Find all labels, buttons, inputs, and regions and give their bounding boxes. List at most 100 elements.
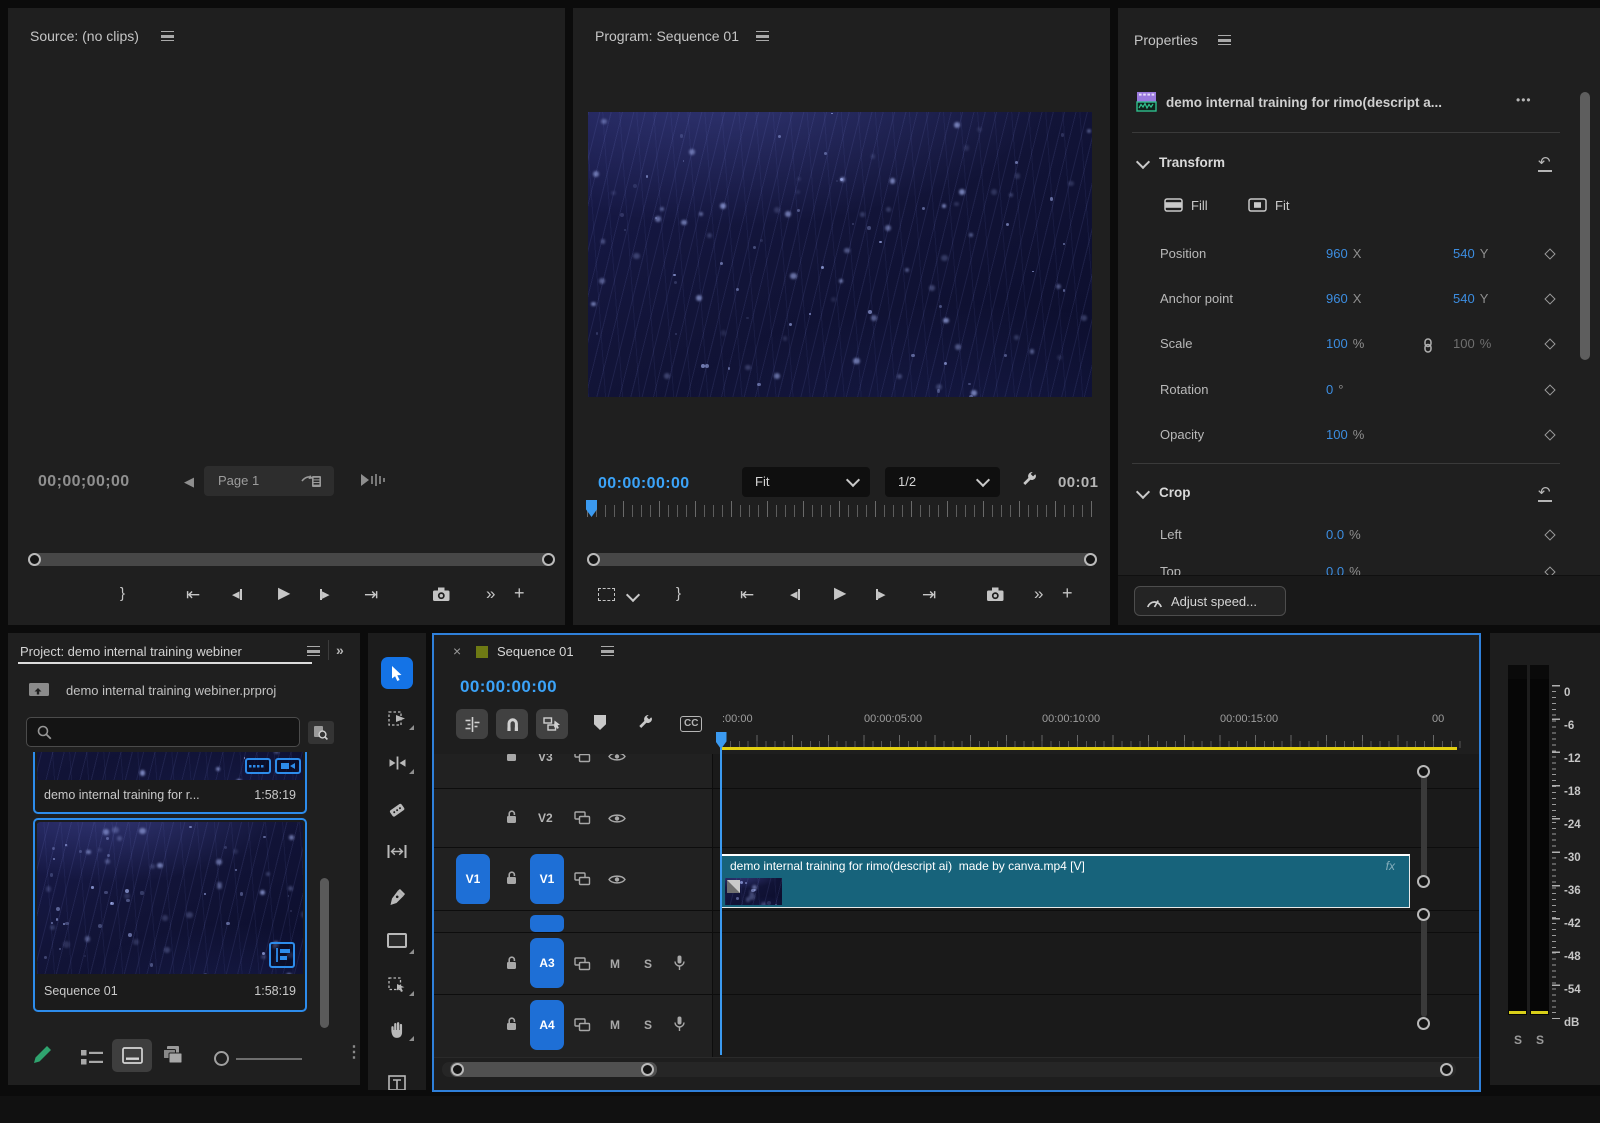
close-sequence-tab-icon[interactable]: × — [453, 643, 461, 660]
export-frame-icon[interactable] — [432, 587, 451, 602]
solo-button[interactable]: S — [644, 957, 652, 971]
source-timecode[interactable]: 00;00;00;00 — [38, 472, 130, 491]
mute-button[interactable]: M — [610, 957, 620, 971]
hand-tool[interactable] — [368, 1021, 426, 1039]
keyframe-diamond-icon[interactable] — [1544, 566, 1555, 575]
object-selection-tool[interactable] — [368, 977, 426, 993]
go-to-in-button[interactable]: ⇤ — [186, 586, 200, 603]
track-patch-icon[interactable] — [574, 1018, 591, 1032]
position-x-value[interactable]: 960X — [1326, 246, 1361, 261]
step-back-button[interactable]: ◂ — [790, 587, 800, 602]
timeline-timecode[interactable]: 00:00:00:00 — [460, 677, 557, 697]
find-in-bin-button[interactable] — [308, 721, 334, 744]
more-transport-button[interactable]: » — [486, 585, 495, 602]
go-to-out-button[interactable]: ⇥ — [364, 586, 378, 603]
track-target-v1-badge[interactable]: V1 — [530, 854, 564, 904]
mute-button[interactable]: M — [610, 1018, 620, 1032]
crop-reset-icon[interactable]: ↶ — [1538, 485, 1552, 502]
vscroll-handle-bottom[interactable] — [1440, 1063, 1453, 1076]
play-button[interactable]: ▶ — [278, 586, 290, 602]
playback-resolution-dropdown[interactable]: 1/2 — [885, 467, 1000, 497]
writable-pencil-icon[interactable] — [30, 1043, 54, 1067]
mic-icon[interactable] — [674, 1016, 685, 1032]
source-zoom-handle-right[interactable] — [542, 553, 555, 566]
track-target-a4-badge[interactable]: A4 — [530, 1000, 564, 1050]
program-timecode[interactable]: 00:00:00:00 — [598, 474, 690, 493]
add-button-icon[interactable]: + — [1062, 584, 1073, 602]
panel-overflow-button[interactable]: » — [336, 642, 344, 659]
step-forward-button[interactable]: ▸ — [876, 587, 886, 602]
keyframe-diamond-icon[interactable] — [1544, 248, 1555, 259]
timeline-settings-wrench-icon[interactable] — [636, 714, 654, 732]
meter-solo-right-button[interactable]: S — [1536, 1033, 1544, 1047]
nest-insert-toggle-button[interactable] — [456, 709, 488, 739]
meter-solo-left-button[interactable]: S — [1514, 1033, 1522, 1047]
track-patch-icon[interactable] — [574, 957, 591, 971]
source-zoom-scrollbar[interactable] — [28, 553, 555, 566]
mic-icon[interactable] — [674, 955, 685, 971]
track-patch-icon[interactable] — [574, 872, 591, 886]
program-video-preview[interactable] — [588, 112, 1092, 397]
selection-tool-active[interactable] — [381, 657, 413, 689]
keyframe-diamond-icon[interactable] — [1544, 429, 1555, 440]
lock-icon[interactable] — [504, 870, 519, 886]
bin-scrollbar[interactable] — [320, 878, 329, 1028]
lock-icon[interactable] — [504, 754, 519, 763]
comparison-view-icon[interactable] — [598, 588, 615, 601]
linked-selection-button[interactable] — [536, 709, 568, 739]
audio-zoom-handle-top[interactable] — [1417, 908, 1430, 921]
transform-section-heading[interactable]: Transform — [1159, 155, 1225, 171]
video-track-zoom-bar[interactable] — [1421, 772, 1427, 882]
transform-reset-icon[interactable]: ↶ — [1538, 155, 1552, 172]
fit-dropdown[interactable]: Fit — [742, 467, 870, 497]
video-zoom-handle-top[interactable] — [1417, 765, 1430, 778]
properties-panel-menu-icon[interactable] — [1218, 35, 1231, 45]
fill-icon[interactable] — [1164, 198, 1183, 212]
add-button-icon[interactable]: + — [514, 584, 525, 602]
thumbnail-zoom-slider[interactable] — [236, 1058, 302, 1060]
rotation-value[interactable]: 0° — [1326, 382, 1343, 397]
step-forward-button[interactable]: ▸ — [320, 587, 330, 602]
play-button[interactable]: ▶ — [834, 586, 846, 602]
project-file-name[interactable]: demo internal training webiner.prproj — [66, 683, 276, 699]
eye-icon[interactable] — [608, 754, 626, 762]
timeline-panel-menu-icon[interactable] — [601, 646, 614, 656]
transform-section-chevron-icon[interactable] — [1136, 155, 1150, 169]
program-zoom-handle-right[interactable] — [1084, 553, 1097, 566]
track-patch-icon[interactable] — [574, 811, 591, 825]
keyframe-diamond-icon[interactable] — [1544, 338, 1555, 349]
go-to-out-button[interactable]: ⇥ — [922, 586, 936, 603]
fit-button-label[interactable]: Fit — [1275, 198, 1289, 214]
ripple-edit-tool[interactable] — [368, 756, 426, 770]
source-patch-a1-badge-clipped[interactable] — [530, 915, 564, 932]
link-scale-icon[interactable] — [1422, 338, 1434, 353]
list-view-button-icon[interactable] — [80, 1049, 104, 1066]
lock-icon[interactable] — [504, 1016, 519, 1032]
crop-top-value[interactable]: 0.0% — [1326, 564, 1361, 575]
project-item-video[interactable]: demo internal training for r... 1:58:19 — [33, 752, 307, 814]
rectangle-tool[interactable] — [368, 933, 426, 948]
mark-out-button[interactable]: } — [120, 586, 125, 601]
snap-magnet-button[interactable] — [496, 709, 528, 739]
track-patch-icon[interactable] — [574, 754, 591, 763]
program-zoom-scrollbar[interactable] — [587, 553, 1097, 566]
type-tool-clipped[interactable] — [368, 1075, 426, 1090]
slip-tool[interactable] — [368, 845, 426, 858]
lock-icon[interactable] — [504, 809, 519, 825]
freeform-view-button-icon[interactable] — [160, 1045, 185, 1065]
ke yframe-diamond-icon[interactable] — [1544, 529, 1555, 540]
add-marker-button[interactable] — [594, 715, 606, 730]
eye-icon[interactable] — [608, 874, 626, 885]
captions-cc-button[interactable]: CC — [680, 716, 702, 732]
scale-value[interactable]: 100% — [1326, 336, 1364, 351]
mark-out-button[interactable]: } — [676, 586, 681, 601]
timeline-playhead-line[interactable] — [720, 748, 722, 1055]
eye-icon[interactable] — [608, 813, 626, 824]
page-selector-button[interactable]: Page 1 — [204, 466, 334, 496]
search-input[interactable] — [26, 717, 300, 747]
source-patch-v1-badge[interactable]: V1 — [456, 854, 490, 904]
previous-page-icon[interactable]: ◀ — [184, 474, 194, 490]
properties-scrollbar[interactable] — [1580, 92, 1590, 360]
chevron-down-icon[interactable] — [626, 588, 640, 602]
position-y-value[interactable]: 540Y — [1453, 246, 1488, 261]
